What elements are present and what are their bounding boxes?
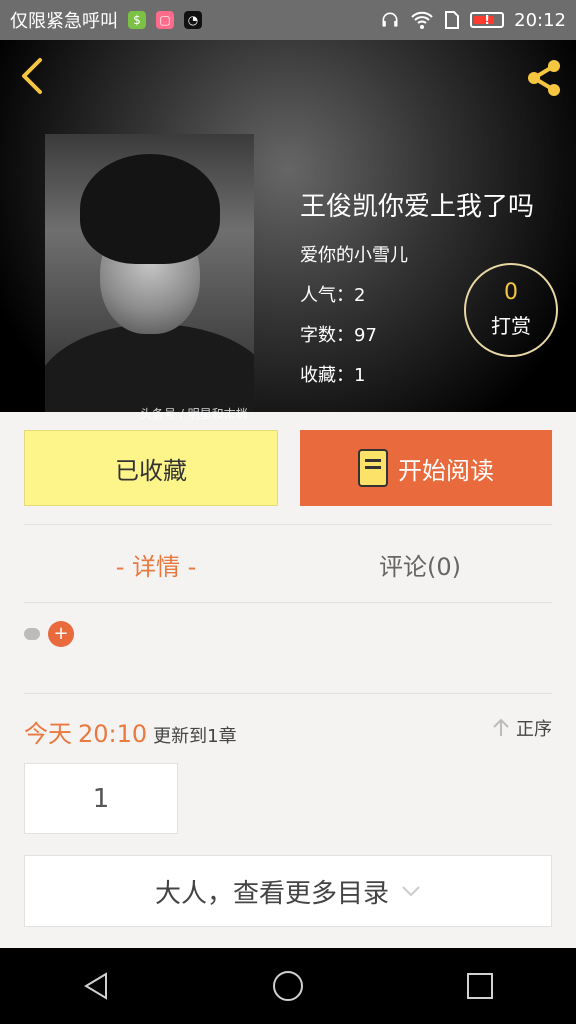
sim-icon: [445, 11, 460, 29]
more-catalog-button[interactable]: 大人，查看更多目录: [24, 855, 552, 927]
status-bar: 仅限紧急呼叫 $ ▢ ◔ ! 20:12: [0, 0, 576, 40]
action-buttons: 已收藏 开始阅读: [24, 430, 552, 506]
circle-home-icon: [273, 971, 303, 1001]
square-recents-icon: [467, 973, 493, 999]
app-notification-icon: ▢: [156, 11, 174, 29]
favorite-button-label: 已收藏: [115, 456, 187, 485]
divider: [24, 693, 552, 694]
status-left: 仅限紧急呼叫 $ ▢ ◔: [10, 7, 202, 33]
start-reading-label: 开始阅读: [398, 456, 494, 485]
tip-label: 打赏: [491, 313, 531, 338]
system-nav-bar: [0, 948, 576, 1024]
divider: [24, 524, 552, 525]
emergency-call-text: 仅限紧急呼叫: [10, 11, 118, 32]
update-text: 更新到1章: [153, 726, 237, 747]
book-icon: [358, 449, 388, 487]
start-reading-button[interactable]: 开始阅读: [300, 430, 552, 506]
divider: [24, 602, 552, 603]
nav-home-button[interactable]: [258, 956, 318, 1016]
add-tag-button[interactable]: +: [48, 621, 74, 647]
update-info: 今天 20:10 更新到1章: [24, 714, 237, 749]
sort-label: 正序: [516, 719, 552, 740]
arrow-up-icon: [493, 718, 509, 736]
app-notification-icon: $: [128, 11, 146, 29]
cover-figure-shoulders: [45, 324, 254, 412]
more-catalog-label: 大人，查看更多目录: [154, 878, 389, 909]
update-day: 今天: [24, 720, 72, 748]
tab-details[interactable]: - 详情 -: [24, 540, 288, 588]
sort-button[interactable]: 正序: [492, 715, 552, 741]
wifi-icon: [411, 11, 433, 29]
update-time: 20:10: [78, 720, 148, 748]
cover-credit: 头条号 / 明星和末梢: [140, 407, 248, 421]
triangle-back-icon: [84, 972, 107, 1000]
tag-area: +: [24, 621, 74, 647]
battery-icon: !: [470, 12, 505, 28]
tip-button[interactable]: 0 打赏: [464, 263, 558, 357]
favorites-count: 收藏：1: [300, 365, 366, 386]
qq-notification-icon: ◔: [184, 11, 202, 29]
share-button[interactable]: [522, 56, 566, 100]
back-button[interactable]: [12, 56, 52, 96]
tab-bar: - 详情 - 评论(0): [24, 540, 552, 588]
cover-figure-hair: [80, 154, 220, 264]
book-author[interactable]: 爱你的小雪儿: [300, 241, 534, 267]
headphones-icon: [382, 12, 398, 27]
tip-count: 0: [504, 279, 518, 305]
tag-chip[interactable]: [24, 628, 40, 640]
clock: 20:12: [514, 9, 566, 31]
book-title: 王俊凯你爱上我了吗: [300, 192, 535, 222]
book-cover[interactable]: [45, 134, 254, 412]
tab-comments[interactable]: 评论(0): [288, 540, 552, 588]
chevron-down-icon: [402, 886, 420, 897]
chevron-left-icon: [22, 58, 42, 94]
favorite-button[interactable]: 已收藏: [24, 430, 278, 506]
status-right: ! 20:12: [380, 10, 566, 31]
nav-back-button[interactable]: [66, 956, 126, 1016]
nav-recents-button[interactable]: [450, 956, 510, 1016]
share-icon: [528, 60, 560, 96]
chapter-item[interactable]: 1: [24, 763, 178, 834]
